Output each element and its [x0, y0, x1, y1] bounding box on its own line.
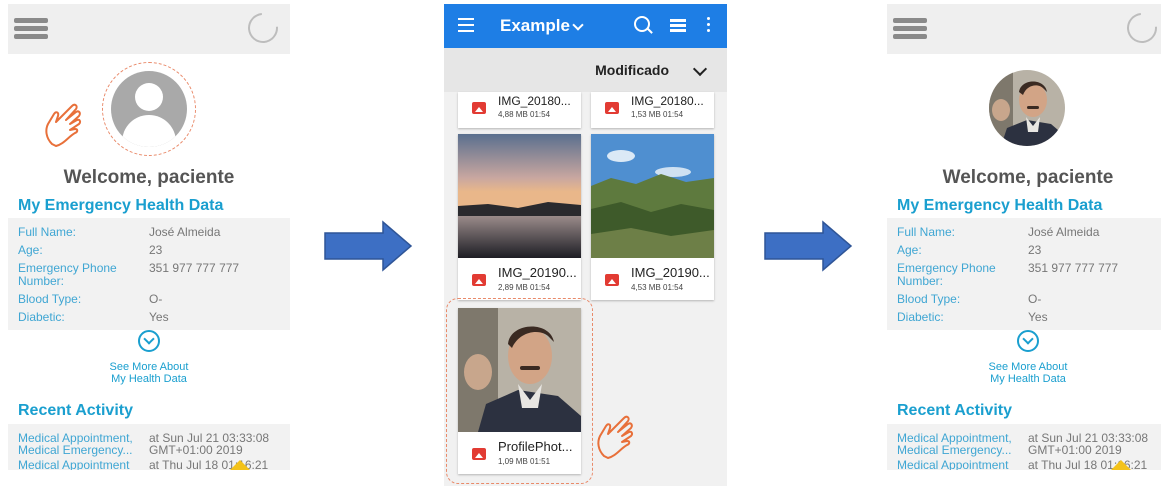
field-value: José Almeida	[1028, 225, 1100, 239]
chevron-down-icon[interactable]	[572, 19, 584, 31]
chevron-down-icon[interactable]	[692, 61, 708, 77]
file-name: IMG_20180...	[498, 94, 571, 108]
field-label: Emergency Phone Number:	[897, 261, 996, 288]
activity-value: GMT+01:00 2019	[1028, 443, 1122, 457]
field-value: 351 977 777 777	[149, 261, 240, 275]
folder-title[interactable]: Example	[500, 16, 570, 36]
recent-activity-title: Recent Activity	[897, 402, 1012, 419]
chevron-down-circle-icon[interactable]	[138, 330, 160, 352]
see-more-line1: See More About	[109, 361, 189, 373]
menu-icon[interactable]	[14, 18, 48, 40]
field-value: Yes	[149, 310, 169, 324]
field-label: Blood Type:	[18, 292, 82, 306]
health-data-block: Full Name: José Almeida Age: 23 Emergenc…	[8, 218, 290, 330]
field-label: Blood Type:	[897, 292, 961, 306]
field-value: O-	[149, 292, 163, 306]
field-label: Full Name:	[18, 225, 77, 239]
menu-icon[interactable]	[893, 18, 927, 40]
activity-value: at Thu Jul 18 01:16:21	[1028, 458, 1148, 470]
default-avatar[interactable]	[111, 71, 187, 147]
file-picker-screen: Example Modificado IMG_20180... 4,88 MB …	[444, 4, 727, 486]
field-label: Diabetic:	[18, 310, 65, 324]
field-value: O-	[1028, 292, 1042, 306]
field-label: Emergency Phone Number:	[18, 261, 117, 288]
file-tile[interactable]: IMG_20190... 4,53 MB 01:54	[591, 134, 714, 300]
field-value: 351 977 777 777	[1028, 261, 1119, 275]
image-file-icon	[472, 102, 486, 114]
file-name: IMG_20190...	[498, 265, 577, 280]
scroll-indicator-icon	[1111, 460, 1131, 470]
see-more-line2: My Health Data	[111, 373, 187, 385]
see-more-button[interactable]: See More About My Health Data	[8, 330, 290, 385]
scroll-indicator-icon	[230, 460, 250, 470]
health-data-title: My Emergency Health Data	[18, 197, 224, 214]
activity-value: at Thu Jul 18 01:16:21	[149, 458, 269, 470]
field-label: Diabetic:	[897, 310, 944, 324]
profile-photo-avatar[interactable]	[989, 70, 1065, 146]
pointing-hand-icon	[45, 103, 82, 147]
file-tile[interactable]: IMG_20180... 4,88 MB 01:54	[458, 92, 581, 128]
more-vert-icon[interactable]	[707, 17, 710, 35]
profile-screen-after: Welcome, paciente My Emergency Health Da…	[887, 4, 1161, 470]
file-tile-selected[interactable]: ProfilePhot... 1,09 MB 01:51	[458, 308, 581, 474]
see-more-line1: See More About	[988, 361, 1068, 373]
welcome-text: Welcome, paciente	[942, 167, 1114, 188]
field-value: 23	[1028, 243, 1042, 257]
image-file-icon	[605, 102, 619, 114]
see-more-button[interactable]: See More About My Health Data	[887, 330, 1161, 385]
activity-label: Medical Appointment	[897, 458, 1009, 470]
chevron-down-circle-icon[interactable]	[1017, 330, 1039, 352]
avatar-highlight[interactable]	[102, 62, 196, 156]
photo-thumbnail	[458, 134, 581, 258]
field-label: Age:	[897, 243, 922, 257]
recent-activity-title: Recent Activity	[18, 402, 133, 419]
search-icon[interactable]	[634, 16, 650, 32]
field-value: 23	[149, 243, 163, 257]
activity-label: Medical Appointment	[18, 458, 130, 470]
avatar-wrapper[interactable]	[981, 62, 1075, 156]
photo-thumbnail	[591, 134, 714, 258]
right-arrow-icon	[324, 220, 413, 272]
welcome-text: Welcome, paciente	[63, 167, 235, 188]
field-value: Yes	[1028, 310, 1048, 324]
file-meta: 1,09 MB 01:51	[498, 457, 551, 466]
file-meta: 1,53 MB 01:54	[631, 110, 684, 119]
activity-value: GMT+01:00 2019	[149, 443, 243, 457]
photo-thumbnail	[458, 308, 581, 432]
field-label: Age:	[18, 243, 43, 257]
loading-spinner-icon	[1120, 6, 1161, 50]
sort-bar[interactable]: Modificado	[444, 48, 727, 92]
file-tile[interactable]: IMG_20180... 1,53 MB 01:54	[591, 92, 714, 128]
file-meta: 2,89 MB 01:54	[498, 283, 551, 292]
health-data-block: Full Name: José Almeida Age: 23 Emergenc…	[887, 218, 1161, 330]
image-file-icon	[605, 274, 619, 286]
right-arrow-icon	[764, 220, 853, 272]
menu-icon[interactable]	[458, 18, 474, 36]
activity-label: Medical Emergency...	[897, 443, 1012, 457]
image-file-icon	[472, 448, 486, 460]
activity-label: Medical Emergency...	[18, 443, 133, 457]
pointing-hand-icon	[597, 415, 634, 459]
see-more-line2: My Health Data	[990, 373, 1066, 385]
profile-screen-before: Welcome, paciente My Emergency Health Da…	[8, 4, 290, 470]
field-label: Full Name:	[897, 225, 956, 239]
field-value: José Almeida	[149, 225, 221, 239]
app-bar: Example	[444, 4, 727, 48]
loading-spinner-icon	[241, 6, 285, 50]
file-name: ProfilePhot...	[498, 439, 573, 454]
sort-label[interactable]: Modificado	[595, 62, 669, 78]
app-topbar	[8, 4, 290, 54]
file-name: IMG_20180...	[631, 94, 704, 108]
health-data-title: My Emergency Health Data	[897, 197, 1103, 214]
file-meta: 4,53 MB 01:54	[631, 283, 684, 292]
file-name: IMG_20190...	[631, 265, 710, 280]
file-meta: 4,88 MB 01:54	[498, 110, 551, 119]
file-tile[interactable]: IMG_20190... 2,89 MB 01:54	[458, 134, 581, 300]
image-file-icon	[472, 274, 486, 286]
app-topbar	[887, 4, 1161, 54]
list-view-icon[interactable]	[670, 19, 686, 34]
